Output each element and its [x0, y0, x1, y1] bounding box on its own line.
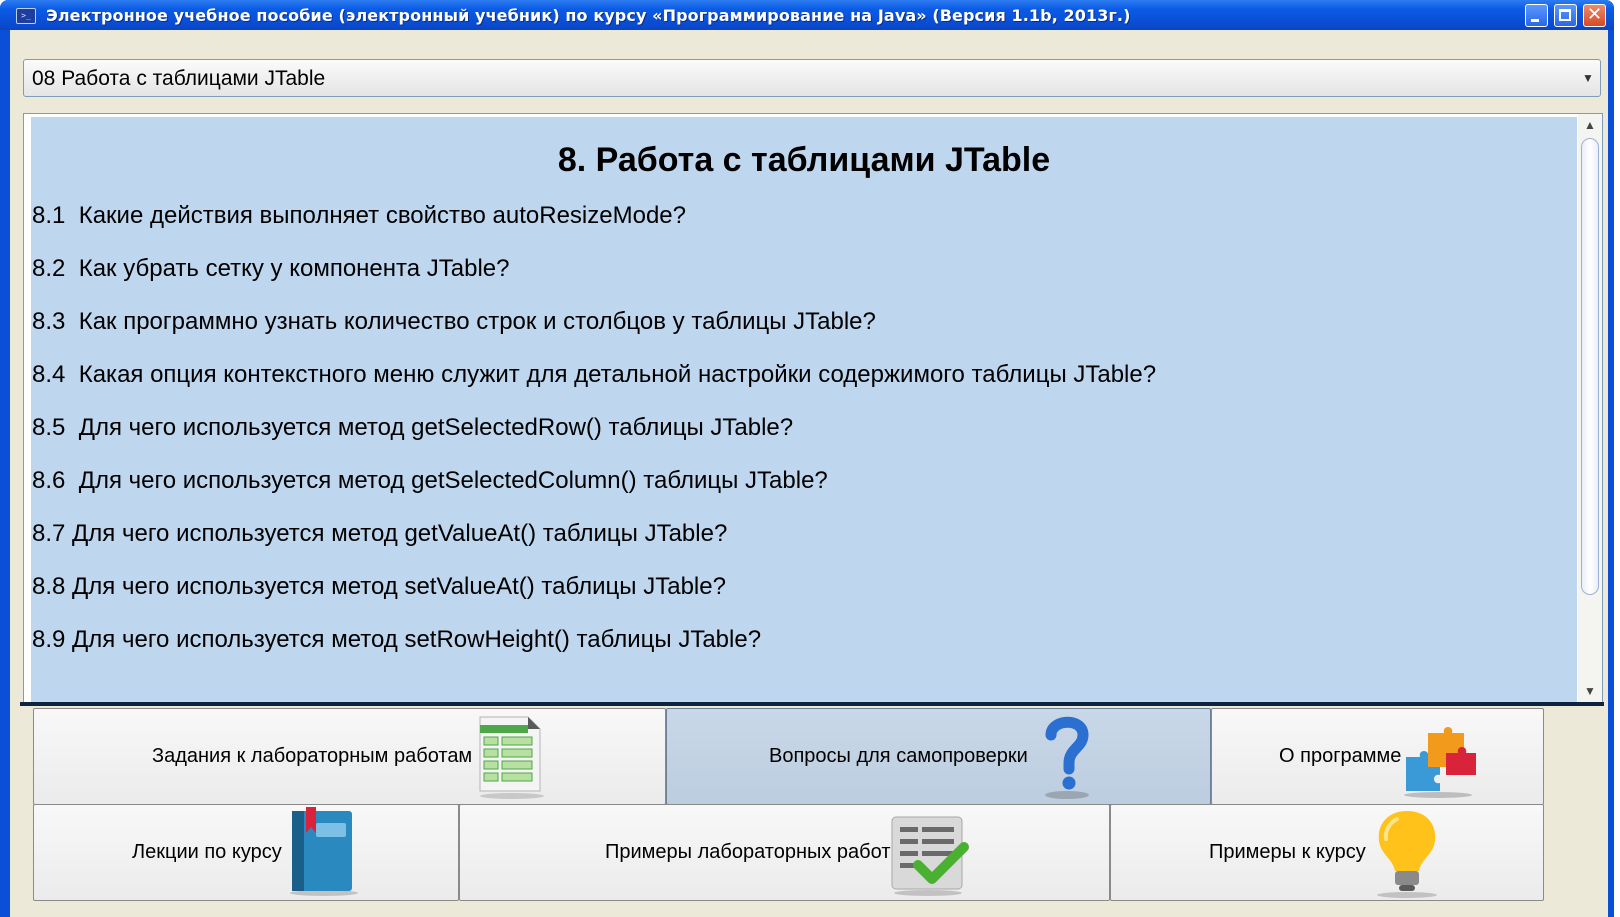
book-icon [290, 807, 358, 896]
spreadsheet-icon [479, 716, 544, 799]
topic-select-value: 08 Работа с таблицами JTable [32, 67, 326, 90]
vertical-scrollbar[interactable]: ▲ ▼ [1578, 114, 1602, 702]
question-item: 8.9 Для чего используется метод setRowHe… [32, 626, 762, 653]
question-mark-icon [1045, 716, 1089, 799]
checklist-icon [891, 816, 969, 896]
minimize-button[interactable] [1525, 4, 1548, 27]
self-check-label: Вопросы для самопроверки [769, 745, 1028, 767]
question-item: 8.1 Какие действия выполняет свойство au… [32, 202, 686, 229]
question-item: 8.5 Для чего используется метод getSelec… [32, 414, 794, 441]
title-bar[interactable]: >_ Электронное учебное пособие (электрон… [0, 0, 1614, 30]
about-label: О программе [1279, 745, 1402, 767]
question-item: 8.2 Как убрать сетку у компонента JTable… [32, 255, 510, 282]
course-examples-button[interactable]: Примеры к курсу [1110, 804, 1544, 901]
lectures-button[interactable]: Лекции по курсу [33, 804, 459, 901]
content-scroll-pane[interactable]: 8. Работа с таблицами JTable 8.1 Какие д… [23, 113, 1603, 703]
question-item: 8.4 Какая опция контекстного меню служит… [32, 361, 1157, 388]
close-icon: ✕ [1586, 4, 1603, 25]
question-item: 8.8 Для чего используется метод setValue… [32, 573, 726, 600]
lab-examples-button[interactable]: Примеры лабораторных работ [459, 804, 1110, 901]
lightbulb-icon [1377, 811, 1437, 898]
app-window: >_ Электронное учебное пособие (электрон… [0, 0, 1614, 917]
window-client: 08 Работа с таблицами JTable ▼ 8. Работа… [10, 30, 1608, 917]
scroll-up-icon[interactable]: ▲ [1580, 116, 1600, 134]
content-area: 8. Работа с таблицами JTable 8.1 Какие д… [31, 117, 1577, 703]
terminal-icon: >_ [16, 8, 36, 24]
lab-tasks-label: Задания к лабораторным работам [152, 745, 473, 767]
lab-tasks-button[interactable]: Задания к лабораторным работам [33, 708, 666, 805]
topic-select[interactable]: 08 Работа с таблицами JTable ▼ [23, 59, 1601, 97]
lab-examples-label: Примеры лабораторных работ [605, 841, 891, 863]
question-item: 8.7 Для чего используется метод getValue… [32, 520, 728, 547]
about-button[interactable]: О программе [1211, 708, 1544, 805]
chevron-down-icon[interactable]: ▼ [1578, 63, 1598, 93]
maximize-button[interactable] [1554, 4, 1577, 27]
window-title: Электронное учебное пособие (электронный… [46, 6, 1131, 25]
question-item: 8.3 Как программно узнать количество стр… [32, 308, 876, 335]
scroll-down-icon[interactable]: ▼ [1580, 682, 1600, 700]
scrollbar-thumb[interactable] [1581, 138, 1599, 595]
close-button[interactable]: ✕ [1583, 4, 1606, 27]
puzzle-icon [1404, 727, 1476, 798]
self-check-button[interactable]: Вопросы для самопроверки [666, 708, 1211, 805]
page-title: 8. Работа с таблицами JTable [557, 141, 1051, 179]
course-examples-label: Примеры к курсу [1209, 841, 1366, 863]
lectures-label: Лекции по курсу [132, 841, 282, 863]
question-item: 8.6 Для чего используется метод getSelec… [32, 467, 828, 494]
divider [20, 702, 1604, 706]
